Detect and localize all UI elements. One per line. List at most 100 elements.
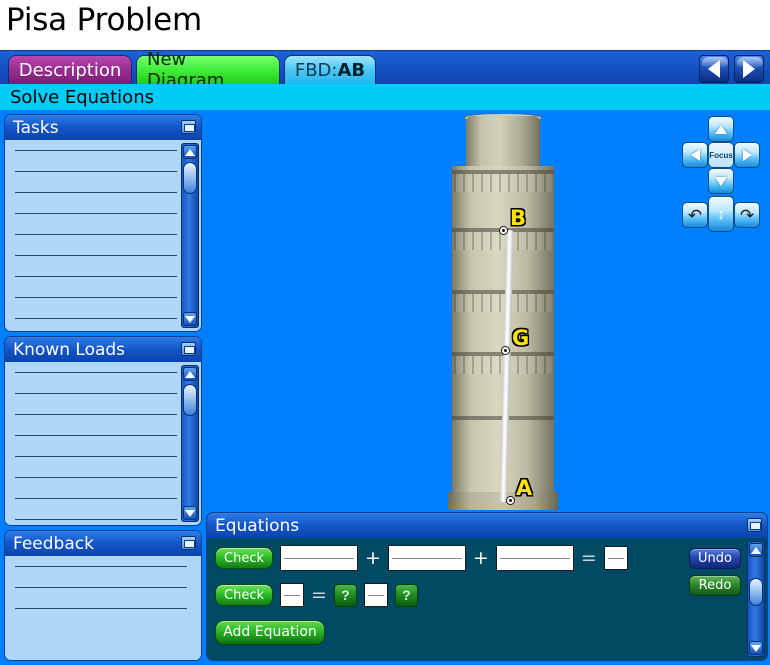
rotate-right-icon: ↷ xyxy=(739,205,755,225)
pisa-tower-image: B G A xyxy=(444,113,562,510)
panel-known-loads-header: Known Loads xyxy=(5,337,201,362)
pan-down-button[interactable] xyxy=(708,168,734,194)
list-item xyxy=(15,150,177,151)
scrollbar-thumb[interactable] xyxy=(183,384,197,416)
check-button[interactable]: Check xyxy=(215,547,273,569)
rotate-right-button[interactable]: ↷ xyxy=(734,202,760,228)
list-item xyxy=(15,297,177,298)
panel-feedback-body xyxy=(5,556,201,660)
nav-next-button[interactable] xyxy=(734,55,764,83)
view-controls: Focus ↶ ↕ ↷ xyxy=(682,116,760,244)
panel-equations-body: Check + + = Check = ? ? Add Equation Und… xyxy=(207,538,767,660)
list-item xyxy=(15,587,187,588)
help-question-button[interactable]: ? xyxy=(333,583,357,607)
list-item xyxy=(15,192,177,193)
redo-button[interactable]: Redo xyxy=(689,575,741,596)
scroll-down-icon[interactable] xyxy=(183,312,197,326)
point-label-b: B xyxy=(509,205,527,231)
minimize-icon[interactable] xyxy=(181,342,196,356)
zoom-button[interactable]: ↕ xyxy=(708,196,734,232)
scroll-down-icon[interactable] xyxy=(183,506,197,520)
point-marker-a[interactable] xyxy=(506,496,515,505)
list-item xyxy=(15,498,177,499)
sub-header-label: Solve Equations xyxy=(10,86,154,108)
help-question-button[interactable]: ? xyxy=(394,583,418,607)
arrow-up-icon xyxy=(715,124,727,134)
equation-field[interactable] xyxy=(280,545,358,571)
scroll-up-icon[interactable] xyxy=(183,367,197,381)
list-item xyxy=(15,393,177,394)
tab-new-diagram[interactable]: New Diagram xyxy=(136,49,280,91)
undo-button[interactable]: Undo xyxy=(689,548,741,569)
panel-equations: Equations Check + + = Check = ? ? Add Eq… xyxy=(206,512,768,661)
point-label-a: A xyxy=(515,475,533,501)
panel-tasks-body xyxy=(5,140,201,331)
equations-scrollbar[interactable] xyxy=(747,541,765,657)
tab-fbd-label-bold: AB xyxy=(337,60,366,81)
list-item xyxy=(15,171,177,172)
known-loads-scrollbar[interactable] xyxy=(181,365,199,522)
panel-feedback: Feedback xyxy=(4,530,202,661)
triangle-right-icon xyxy=(743,60,755,78)
point-label-g: G xyxy=(511,325,530,351)
equation-row: Check + + = xyxy=(215,544,687,572)
equation-field[interactable] xyxy=(280,583,304,607)
rotate-left-button[interactable]: ↶ xyxy=(682,202,708,228)
list-item xyxy=(15,276,177,277)
panel-tasks-title: Tasks xyxy=(13,117,59,138)
list-item xyxy=(15,608,187,609)
add-equation-button[interactable]: Add Equation xyxy=(215,619,325,645)
list-item xyxy=(15,213,177,214)
pan-up-button[interactable] xyxy=(708,116,734,142)
focus-button[interactable]: Focus xyxy=(708,142,734,168)
list-item xyxy=(15,477,177,478)
panel-tasks-header: Tasks xyxy=(5,115,201,140)
scroll-down-icon[interactable] xyxy=(749,641,763,655)
list-item xyxy=(15,566,187,567)
point-marker-g[interactable] xyxy=(501,346,510,355)
list-item xyxy=(15,519,177,520)
tab-description-label: Description xyxy=(18,59,122,81)
pan-right-button[interactable] xyxy=(734,142,760,168)
check-button[interactable]: Check xyxy=(215,584,273,606)
operator-plus: + xyxy=(365,546,381,569)
tab-fbd[interactable]: FBD: AB xyxy=(284,55,376,85)
tab-fbd-label: FBD: xyxy=(294,60,338,81)
operator-plus: + xyxy=(472,546,489,569)
known-loads-lines xyxy=(15,372,177,521)
list-item xyxy=(15,414,177,415)
diagram-canvas[interactable]: B G A Focus ↶ ↕ ↷ xyxy=(206,112,768,510)
tasks-lines xyxy=(15,150,177,327)
equation-field[interactable] xyxy=(603,546,628,570)
equation-row: Check = ? ? xyxy=(215,581,687,609)
scroll-up-icon[interactable] xyxy=(183,145,197,159)
sub-header: Solve Equations xyxy=(0,84,770,110)
equation-side-buttons: Undo Redo xyxy=(689,548,743,602)
pan-left-button[interactable] xyxy=(682,142,708,168)
minimize-icon[interactable] xyxy=(181,120,196,134)
tab-bar: Description New Diagram FBD: AB xyxy=(0,49,770,91)
focus-label: Focus xyxy=(709,150,733,160)
tasks-scrollbar[interactable] xyxy=(181,143,199,328)
arrow-down-icon xyxy=(715,176,727,186)
equation-field[interactable] xyxy=(387,545,466,571)
scroll-up-icon[interactable] xyxy=(749,543,763,557)
arrow-left-icon xyxy=(690,149,700,161)
tower-arcade xyxy=(454,174,552,192)
main-body: Tasks Known Loads Feedback B G A Focus ↶… xyxy=(0,110,770,665)
equation-field[interactable] xyxy=(363,583,388,607)
panel-tasks: Tasks xyxy=(4,114,202,332)
nav-previous-button[interactable] xyxy=(699,55,729,83)
point-marker-b[interactable] xyxy=(499,226,508,235)
rotate-left-icon: ↶ xyxy=(687,205,703,225)
list-item xyxy=(15,318,177,319)
tab-description[interactable]: Description xyxy=(8,55,132,84)
scrollbar-thumb[interactable] xyxy=(183,162,197,194)
panel-feedback-title: Feedback xyxy=(13,533,94,554)
scrollbar-thumb[interactable] xyxy=(749,578,763,606)
list-item xyxy=(15,435,177,436)
minimize-icon[interactable] xyxy=(747,518,762,532)
equation-field[interactable] xyxy=(495,545,574,571)
list-item xyxy=(15,255,177,256)
minimize-icon[interactable] xyxy=(181,536,196,550)
